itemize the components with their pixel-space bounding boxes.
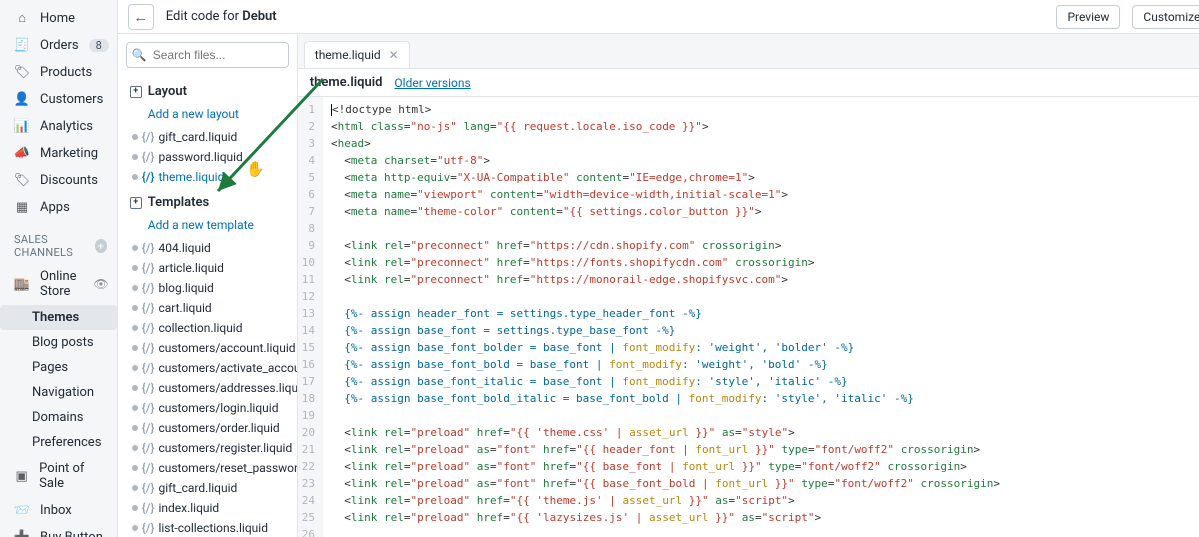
store-icon: 🏬 xyxy=(14,277,30,292)
dot-icon xyxy=(132,345,138,351)
search-icon: 🔍 xyxy=(132,48,147,62)
sidebar-sub-domains[interactable]: Domains xyxy=(0,405,117,430)
file-item[interactable]: {/}404.liquid xyxy=(118,238,297,258)
file-item[interactable]: {/}customers/addresses.liquid xyxy=(118,378,297,398)
badge: 8 xyxy=(89,39,109,52)
dot-icon xyxy=(132,305,138,311)
sidebar-item-apps[interactable]: ▦Apps xyxy=(0,194,117,221)
editor-header: theme.liquid Older versions Save xyxy=(298,68,1199,97)
sidebar-item-customers[interactable]: 👤Customers xyxy=(0,86,117,113)
sidebar-item-orders[interactable]: 🧾Orders8 xyxy=(0,32,117,59)
cursor-icon: ✋ xyxy=(246,160,265,178)
point-of-sale-icon: ▣ xyxy=(14,469,29,484)
file-item[interactable]: {/}gift_card.liquid xyxy=(118,478,297,498)
apps-icon: ▦ xyxy=(14,200,30,215)
home-icon: ⌂ xyxy=(14,10,30,26)
file-item[interactable]: {/}index.liquid xyxy=(118,498,297,518)
dot-icon xyxy=(132,174,138,180)
file-item[interactable]: {/}customers/account.liquid xyxy=(118,338,297,358)
back-button[interactable]: ← xyxy=(128,4,154,30)
tab-theme-liquid[interactable]: theme.liquid ✕ xyxy=(304,41,410,68)
sidebar-sub-themes[interactable]: Themes xyxy=(0,305,117,330)
sidebar-item-products[interactable]: 🏷Products xyxy=(0,59,117,86)
sidebar-item-online-store[interactable]: 🏬Online Store👁 xyxy=(0,263,117,305)
sidebar-item-point-of-sale[interactable]: ▣Point of Sale xyxy=(0,455,117,497)
file-tree: 🔍 +LayoutAdd a new layout{/}gift_card.li… xyxy=(118,34,298,537)
file-item[interactable]: {/}article.liquid xyxy=(118,258,297,278)
sidebar-item-inbox[interactable]: 📨Inbox xyxy=(0,497,117,524)
dot-icon xyxy=(132,525,138,531)
file-item[interactable]: {/}collection.liquid xyxy=(118,318,297,338)
dot-icon xyxy=(132,134,138,140)
sidebar-sub-navigation[interactable]: Navigation xyxy=(0,380,117,405)
sidebar-item-buy-button[interactable]: ➕Buy Button xyxy=(0,524,117,537)
main-area: ← Edit code for Debut Preview Customize … xyxy=(118,0,1199,537)
sidebar-item-analytics[interactable]: 📊Analytics xyxy=(0,113,117,140)
file-item[interactable]: {/}customers/activate_account. xyxy=(118,358,297,378)
dot-icon xyxy=(132,365,138,371)
dot-icon xyxy=(132,445,138,451)
preview-button[interactable]: Preview xyxy=(1056,5,1120,29)
dot-icon xyxy=(132,265,138,271)
dot-icon xyxy=(132,245,138,251)
file-item[interactable]: {/}theme.liquid xyxy=(118,167,297,187)
file-item[interactable]: {/}password.liquid xyxy=(118,147,297,167)
marketing-icon: 📣 xyxy=(14,146,30,161)
orders-icon: 🧾 xyxy=(14,38,30,53)
analytics-icon: 📊 xyxy=(14,119,30,134)
plus-square-icon: + xyxy=(130,197,142,209)
sidebar-sub-pages[interactable]: Pages xyxy=(0,355,117,380)
page-title: Edit code for Debut xyxy=(166,9,277,24)
code-area[interactable]: 1234567891011121314151617181920212223242… xyxy=(298,97,1199,537)
customize-theme-button[interactable]: Customize theme xyxy=(1132,5,1199,29)
dot-icon xyxy=(132,505,138,511)
code-editor: theme.liquid ✕ ⛶ theme.liquid Older vers… xyxy=(298,34,1199,537)
search-input[interactable] xyxy=(126,42,289,68)
file-item[interactable]: {/}blog.liquid xyxy=(118,278,297,298)
customers-icon: 👤 xyxy=(14,92,30,107)
dot-icon xyxy=(132,285,138,291)
file-item[interactable]: {/}customers/register.liquid xyxy=(118,438,297,458)
plus-square-icon: + xyxy=(130,86,142,98)
arrow-left-icon: ← xyxy=(133,8,148,26)
dot-icon xyxy=(132,154,138,160)
file-item[interactable]: {/}customers/reset_password.li xyxy=(118,458,297,478)
add-templates-link[interactable]: Add a new template xyxy=(118,214,297,238)
sidebar-item-marketing[interactable]: 📣Marketing xyxy=(0,140,117,167)
file-item[interactable]: {/}gift_card.liquid xyxy=(118,127,297,147)
file-item[interactable]: {/}cart.liquid xyxy=(118,298,297,318)
dot-icon xyxy=(132,405,138,411)
older-versions-link[interactable]: Older versions xyxy=(394,76,470,90)
editor-tabs: theme.liquid ✕ ⛶ xyxy=(298,34,1199,68)
file-section-templates[interactable]: +Templates xyxy=(118,187,297,214)
open-file-name: theme.liquid xyxy=(310,75,383,90)
dot-icon xyxy=(132,485,138,491)
file-item[interactable]: {/}customers/order.liquid xyxy=(118,418,297,438)
dot-icon xyxy=(132,425,138,431)
add-channel-icon[interactable]: + xyxy=(95,239,107,253)
sidebar-item-discounts[interactable]: 🏷Discounts xyxy=(0,167,117,194)
add-layout-link[interactable]: Add a new layout xyxy=(118,103,297,127)
dot-icon xyxy=(132,465,138,471)
file-item[interactable]: {/}list-collections.liquid xyxy=(118,518,297,537)
file-section-layout[interactable]: +Layout xyxy=(118,76,297,103)
buy-button-icon: ➕ xyxy=(14,530,30,537)
sidebar-item-home[interactable]: ⌂Home xyxy=(0,4,117,32)
file-item[interactable]: {/}customers/login.liquid xyxy=(118,398,297,418)
dot-icon xyxy=(132,325,138,331)
sidebar-sub-blog-posts[interactable]: Blog posts xyxy=(0,330,117,355)
close-icon[interactable]: ✕ xyxy=(389,48,399,62)
inbox-icon: 📨 xyxy=(14,503,30,518)
products-icon: 🏷 xyxy=(14,65,30,80)
admin-sidebar: ⌂Home🧾Orders8🏷Products👤Customers📊Analyti… xyxy=(0,0,118,537)
topbar: ← Edit code for Debut Preview Customize … xyxy=(118,0,1199,34)
sales-channels-header: SALES CHANNELS + xyxy=(0,221,117,263)
eye-icon[interactable]: 👁 xyxy=(94,277,109,291)
dot-icon xyxy=(132,385,138,391)
sidebar-sub-preferences[interactable]: Preferences xyxy=(0,430,117,455)
discounts-icon: 🏷 xyxy=(14,173,30,188)
